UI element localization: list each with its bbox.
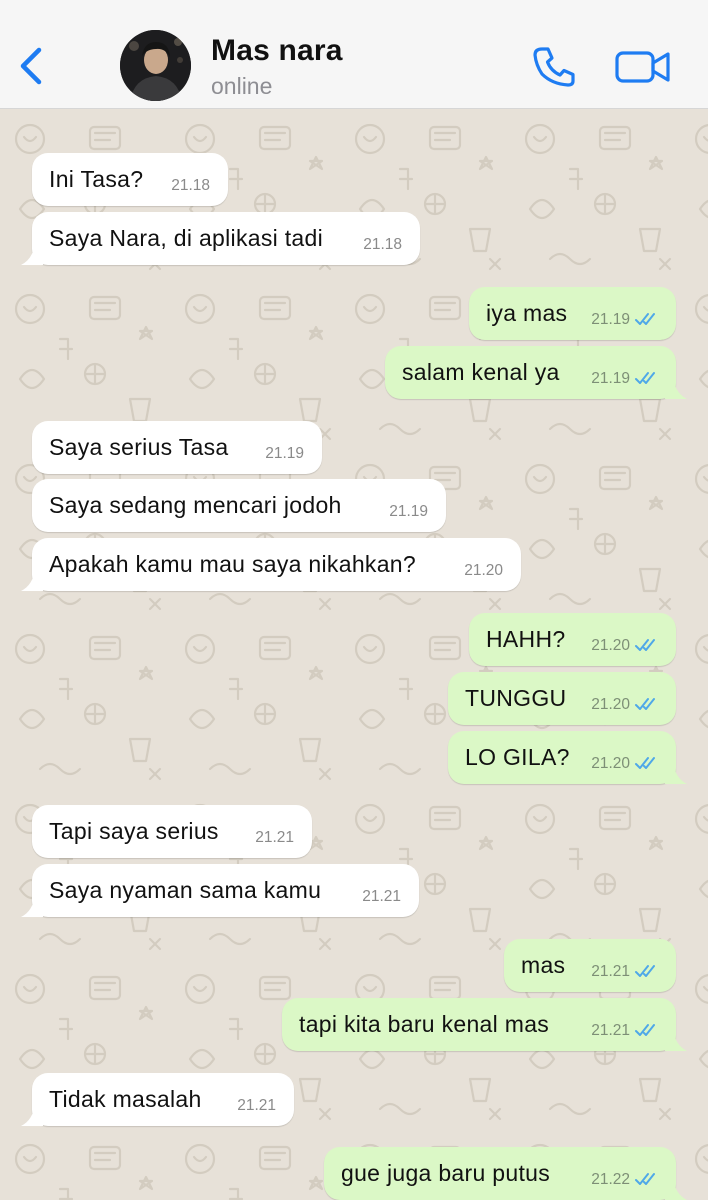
message-time: 21.19 <box>389 503 428 520</box>
message-bubble-outgoing[interactable]: mas 21.21 <box>504 939 676 992</box>
message-time: 21.18 <box>171 177 210 194</box>
message-time: 21.19 <box>265 445 304 462</box>
contact-status: online <box>211 73 273 99</box>
message-bubble-incoming[interactable]: Tapi saya serius 21.21 <box>32 805 312 858</box>
message-bubble-incoming[interactable]: Saya sedang mencari jodoh 21.19 <box>32 479 446 532</box>
message-text: Ini Tasa? <box>49 166 144 192</box>
contact-name[interactable]: Mas nara <box>211 34 343 68</box>
video-call-button[interactable] <box>614 48 672 86</box>
message-text: Tidak masalah <box>49 1086 202 1112</box>
message-bubble-outgoing[interactable]: iya mas 21.19 <box>469 287 676 340</box>
message-text: gue juga baru putus <box>341 1160 551 1186</box>
message-bubble-incoming[interactable]: Ini Tasa? 21.18 <box>32 153 228 206</box>
message-text: salam kenal ya <box>402 359 560 385</box>
message-time: 21.20 <box>591 637 630 654</box>
message-text: Saya Nara, di aplikasi tadi <box>49 225 324 251</box>
message-text: Saya nyaman sama kamu <box>49 877 322 903</box>
chat-header: Mas nara online <box>0 0 708 109</box>
message-text: TUNGGU <box>465 685 567 711</box>
bubble-tail <box>21 569 43 591</box>
message-text: mas <box>521 952 566 978</box>
bubble-tail <box>21 895 43 917</box>
double-check-icon <box>635 1173 655 1185</box>
message-text: Saya serius Tasa <box>49 434 229 460</box>
bubble-tail <box>21 1104 43 1126</box>
avatar-image <box>120 30 191 101</box>
bubble-tail <box>665 1029 687 1051</box>
phone-icon <box>533 47 575 87</box>
video-camera-icon <box>615 51 670 83</box>
message-bubble-incoming[interactable]: Saya Nara, di aplikasi tadi 21.18 <box>21 212 420 265</box>
message-time: 21.19 <box>591 311 630 328</box>
double-check-icon <box>635 313 655 325</box>
message-bubble-outgoing[interactable]: salam kenal ya 21.19 <box>385 346 687 399</box>
voice-call-button[interactable] <box>530 44 578 90</box>
bubble-tail <box>21 243 43 265</box>
message-time: 21.21 <box>237 1097 276 1114</box>
message-text: LO GILA? <box>465 744 570 770</box>
message-text: iya mas <box>486 300 568 326</box>
message-bubble-outgoing[interactable]: gue juga baru putus 21.22 <box>324 1147 687 1200</box>
message-time: 21.19 <box>591 370 630 387</box>
message-bubble-incoming[interactable]: Saya nyaman sama kamu 21.21 <box>21 864 419 917</box>
message-text: Tapi saya serius <box>49 818 219 844</box>
contact-avatar[interactable] <box>120 30 191 101</box>
back-button[interactable] <box>14 44 48 88</box>
message-list[interactable]: Ini Tasa? 21.18 Saya Nara, di aplikasi t… <box>0 109 708 1200</box>
bubble-tail <box>665 377 687 399</box>
message-time: 21.21 <box>255 829 294 846</box>
message-time: 21.21 <box>362 888 401 905</box>
message-bubble-outgoing[interactable]: HAHH? 21.20 <box>469 613 676 666</box>
bubble-tail <box>665 1178 687 1200</box>
message-bubble-outgoing[interactable]: TUNGGU 21.20 <box>448 672 676 725</box>
message-time: 21.18 <box>363 236 402 253</box>
message-bubble-outgoing[interactable]: tapi kita baru kenal mas 21.21 <box>282 998 687 1051</box>
message-time: 21.21 <box>591 1022 630 1039</box>
message-time: 21.20 <box>591 755 630 772</box>
double-check-icon <box>635 639 655 651</box>
double-check-icon <box>635 698 655 710</box>
message-text: Apakah kamu mau saya nikahkan? <box>49 551 416 577</box>
double-check-icon <box>635 757 655 769</box>
message-bubble-incoming[interactable]: Tidak masalah 21.21 <box>21 1073 294 1126</box>
message-bubble-outgoing[interactable]: LO GILA? 21.20 <box>448 731 687 784</box>
message-text: HAHH? <box>486 626 566 652</box>
message-time: 21.21 <box>591 963 630 980</box>
message-text: tapi kita baru kenal mas <box>299 1011 550 1037</box>
bubble-tail <box>665 762 687 784</box>
chevron-left-icon <box>20 47 42 85</box>
double-check-icon <box>635 372 655 384</box>
message-text: Saya sedang mencari jodoh <box>49 492 342 518</box>
message-bubble-incoming[interactable]: Apakah kamu mau saya nikahkan? 21.20 <box>21 538 521 591</box>
message-time: 21.20 <box>591 696 630 713</box>
double-check-icon <box>635 1024 655 1036</box>
message-time: 21.20 <box>464 562 503 579</box>
double-check-icon <box>635 965 655 977</box>
message-time: 21.22 <box>591 1171 630 1188</box>
message-bubble-incoming[interactable]: Saya serius Tasa 21.19 <box>32 421 322 474</box>
